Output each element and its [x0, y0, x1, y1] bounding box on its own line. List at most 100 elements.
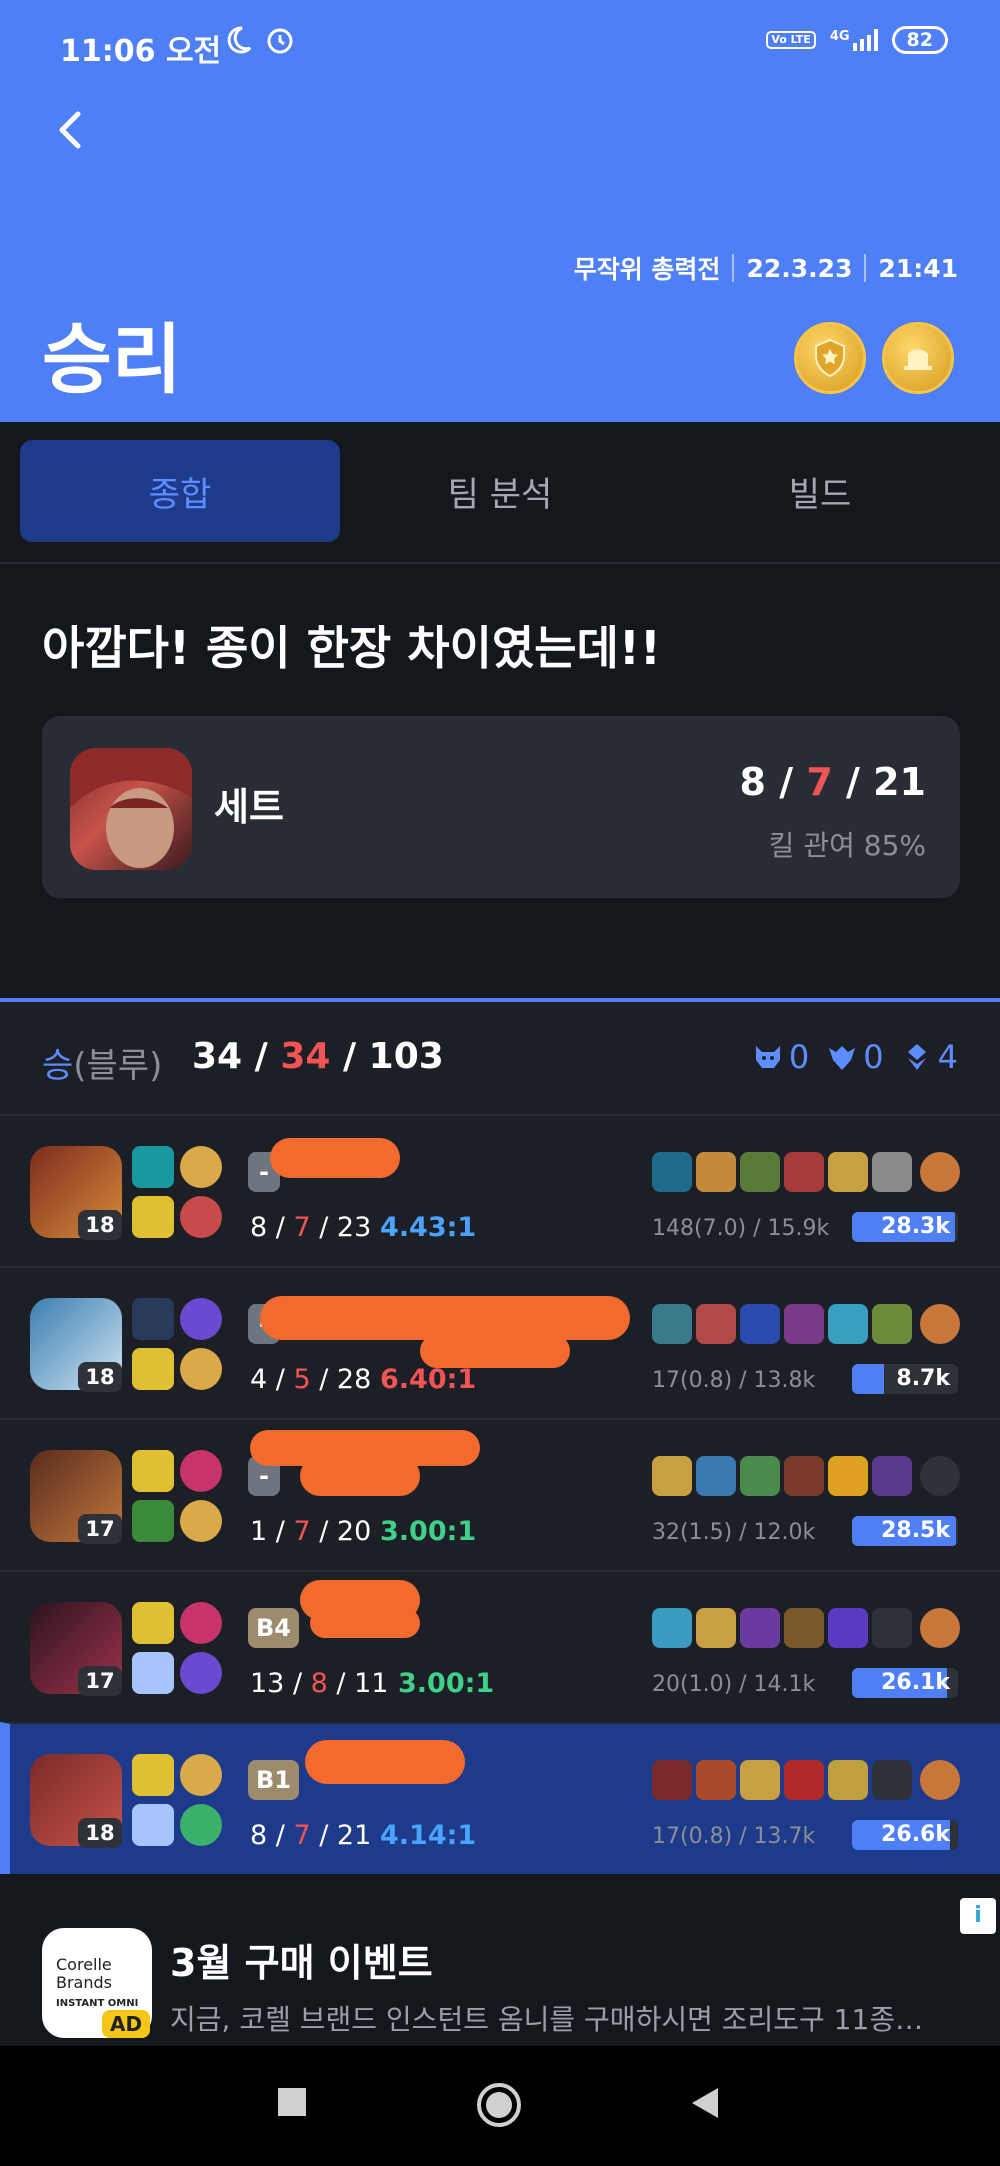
signal-icon: 4G — [830, 29, 878, 51]
match-date: 22.3.23 — [746, 253, 853, 283]
summoner-spell-icon — [132, 1196, 174, 1238]
item-icon[interactable] — [872, 1304, 912, 1344]
trinket-icon[interactable] — [920, 1152, 960, 1192]
team-label: 승(블루) — [42, 1046, 163, 1086]
summoner-spell-icon — [132, 1146, 174, 1188]
champion-summary-card[interactable]: 세트 8 / 7 / 21 킬 관여 85% — [42, 716, 960, 898]
player-tier-badge: B1 — [248, 1760, 299, 1800]
item-icon[interactable] — [828, 1760, 868, 1800]
item-icon[interactable] — [696, 1304, 736, 1344]
item-icon[interactable] — [828, 1608, 868, 1648]
objectives: 0 0 4 — [753, 1038, 958, 1076]
game-mode: 무작위 총력전 — [573, 255, 721, 284]
player-level: 17 — [78, 1666, 122, 1696]
player-kda-ratio: 6.40:1 — [380, 1364, 477, 1395]
player-level: 18 — [78, 1818, 122, 1848]
empty-item-slot[interactable] — [872, 1608, 912, 1648]
rune-icon — [180, 1298, 222, 1340]
item-icon[interactable] — [740, 1456, 780, 1496]
player-kda: 13 / 8 / 11 — [250, 1668, 389, 1699]
result-title: 승리 — [42, 315, 182, 404]
rune-icon — [180, 1804, 222, 1846]
player-items — [652, 1152, 960, 1192]
item-icon[interactable] — [784, 1608, 824, 1648]
match-header: 11:06 오전 Vo LTE 4G 82 무작위 총력전 22.3.23 21… — [0, 0, 1000, 422]
item-icon[interactable] — [872, 1456, 912, 1496]
item-icon[interactable] — [740, 1760, 780, 1800]
item-icon[interactable] — [828, 1456, 868, 1496]
trinket-icon[interactable] — [920, 1608, 960, 1648]
summoner-spell-icon — [132, 1804, 174, 1846]
item-icon[interactable] — [740, 1152, 780, 1192]
player-kda: 4 / 5 / 28 — [250, 1364, 372, 1395]
rune-icon — [180, 1146, 222, 1188]
summoner-spell-icon — [132, 1348, 174, 1390]
redacted-name — [305, 1740, 465, 1784]
item-icon[interactable] — [740, 1608, 780, 1648]
item-icon[interactable] — [828, 1152, 868, 1192]
item-icon[interactable] — [652, 1760, 692, 1800]
player-cs-gold: 17(0.8) / 13.8k — [652, 1368, 816, 1393]
player-kda-ratio: 4.43:1 — [380, 1212, 477, 1243]
back-icon[interactable] — [48, 106, 96, 154]
trophy-badge-icon[interactable] — [882, 322, 954, 394]
rune-icon — [180, 1196, 222, 1238]
item-icon[interactable] — [652, 1456, 692, 1496]
damage-bar: 26.6k — [852, 1820, 958, 1850]
item-icon[interactable] — [652, 1152, 692, 1192]
player-level: 18 — [78, 1362, 122, 1392]
player-row[interactable]: 18 - 4 / 5 / 28 6.40:1 17(0.8) / 13.8k 8… — [0, 1266, 1000, 1418]
back-triangle-icon[interactable] — [688, 2086, 722, 2120]
rune-icon — [180, 1450, 222, 1492]
summary-headline: 아깝다! 종이 한장 차이였는데!! — [42, 621, 661, 675]
player-cs-gold: 20(1.0) / 14.1k — [652, 1672, 816, 1697]
damage-bar: 8.7k — [852, 1364, 958, 1394]
trinket-icon[interactable] — [920, 1760, 960, 1800]
player-kda: 8 / 7 / 23 — [250, 1212, 372, 1243]
volte-icon: Vo LTE — [766, 31, 816, 49]
ad-body: 지금, 코렐 브랜드 인스턴트 옴니를 구매하시면 조리도구 11종… — [170, 2003, 924, 2036]
stop-icon[interactable] — [276, 2086, 308, 2118]
player-row[interactable]: 18 - 8 / 7 / 23 4.43:1 148(7.0) / 15.9k … — [0, 1114, 1000, 1266]
alarm-icon — [267, 28, 293, 54]
tab-build[interactable]: 빌드 — [660, 440, 980, 542]
trinket-icon[interactable] — [920, 1304, 960, 1344]
item-icon[interactable] — [784, 1304, 824, 1344]
item-icon[interactable] — [740, 1304, 780, 1344]
damage-bar: 28.3k — [852, 1212, 958, 1242]
player-row[interactable]: 18 B1 8 / 7 / 21 4.14:1 17(0.8) / 13.7k … — [0, 1722, 1000, 1874]
match-meta: 무작위 총력전 22.3.23 21:41 — [574, 250, 958, 286]
player-tier-badge: B4 — [248, 1608, 299, 1648]
tab-bar: 종합 팀 분석 빌드 — [20, 440, 980, 542]
player-row[interactable]: 17 B4 13 / 8 / 11 3.00:1 20(1.0) / 14.1k… — [0, 1570, 1000, 1722]
item-icon[interactable] — [784, 1760, 824, 1800]
home-icon[interactable] — [476, 2082, 522, 2128]
baron-icon — [755, 1046, 780, 1068]
team-header: 승(블루) 34 / 34 / 103 0 0 4 — [0, 1002, 1000, 1114]
status-time: 11:06 오전 — [60, 34, 222, 69]
item-icon[interactable] — [784, 1456, 824, 1496]
item-icon[interactable] — [652, 1304, 692, 1344]
ad-info-icon[interactable]: i — [960, 1898, 996, 1934]
item-icon[interactable] — [652, 1608, 692, 1648]
medal-badge-icon[interactable] — [794, 322, 866, 394]
team-kda: 34 / 34 / 103 — [192, 1036, 444, 1077]
summoner-spell-icon — [132, 1450, 174, 1492]
kill-participation: 킬 관여 85% — [768, 829, 926, 862]
item-icon[interactable] — [696, 1456, 736, 1496]
empty-item-slot[interactable] — [872, 1760, 912, 1800]
player-kda-ratio: 4.14:1 — [380, 1820, 477, 1851]
item-icon[interactable] — [828, 1304, 868, 1344]
item-icon[interactable] — [784, 1152, 824, 1192]
ad-banner[interactable]: Corelle Brands INSTANT OMNI AD 3월 구매 이벤트 지… — [0, 1898, 1000, 2046]
redacted-name — [270, 1138, 400, 1178]
item-icon[interactable] — [696, 1608, 736, 1648]
trinket-icon[interactable] — [920, 1456, 960, 1496]
tab-summary[interactable]: 종합 — [20, 440, 340, 542]
tab-team-analysis[interactable]: 팀 분석 — [340, 440, 660, 542]
item-icon[interactable] — [696, 1760, 736, 1800]
item-icon[interactable] — [696, 1152, 736, 1192]
champion-name: 세트 — [214, 785, 284, 829]
player-row[interactable]: 17 - 1 / 7 / 20 3.00:1 32(1.5) / 12.0k 2… — [0, 1418, 1000, 1570]
item-icon[interactable] — [872, 1152, 912, 1192]
